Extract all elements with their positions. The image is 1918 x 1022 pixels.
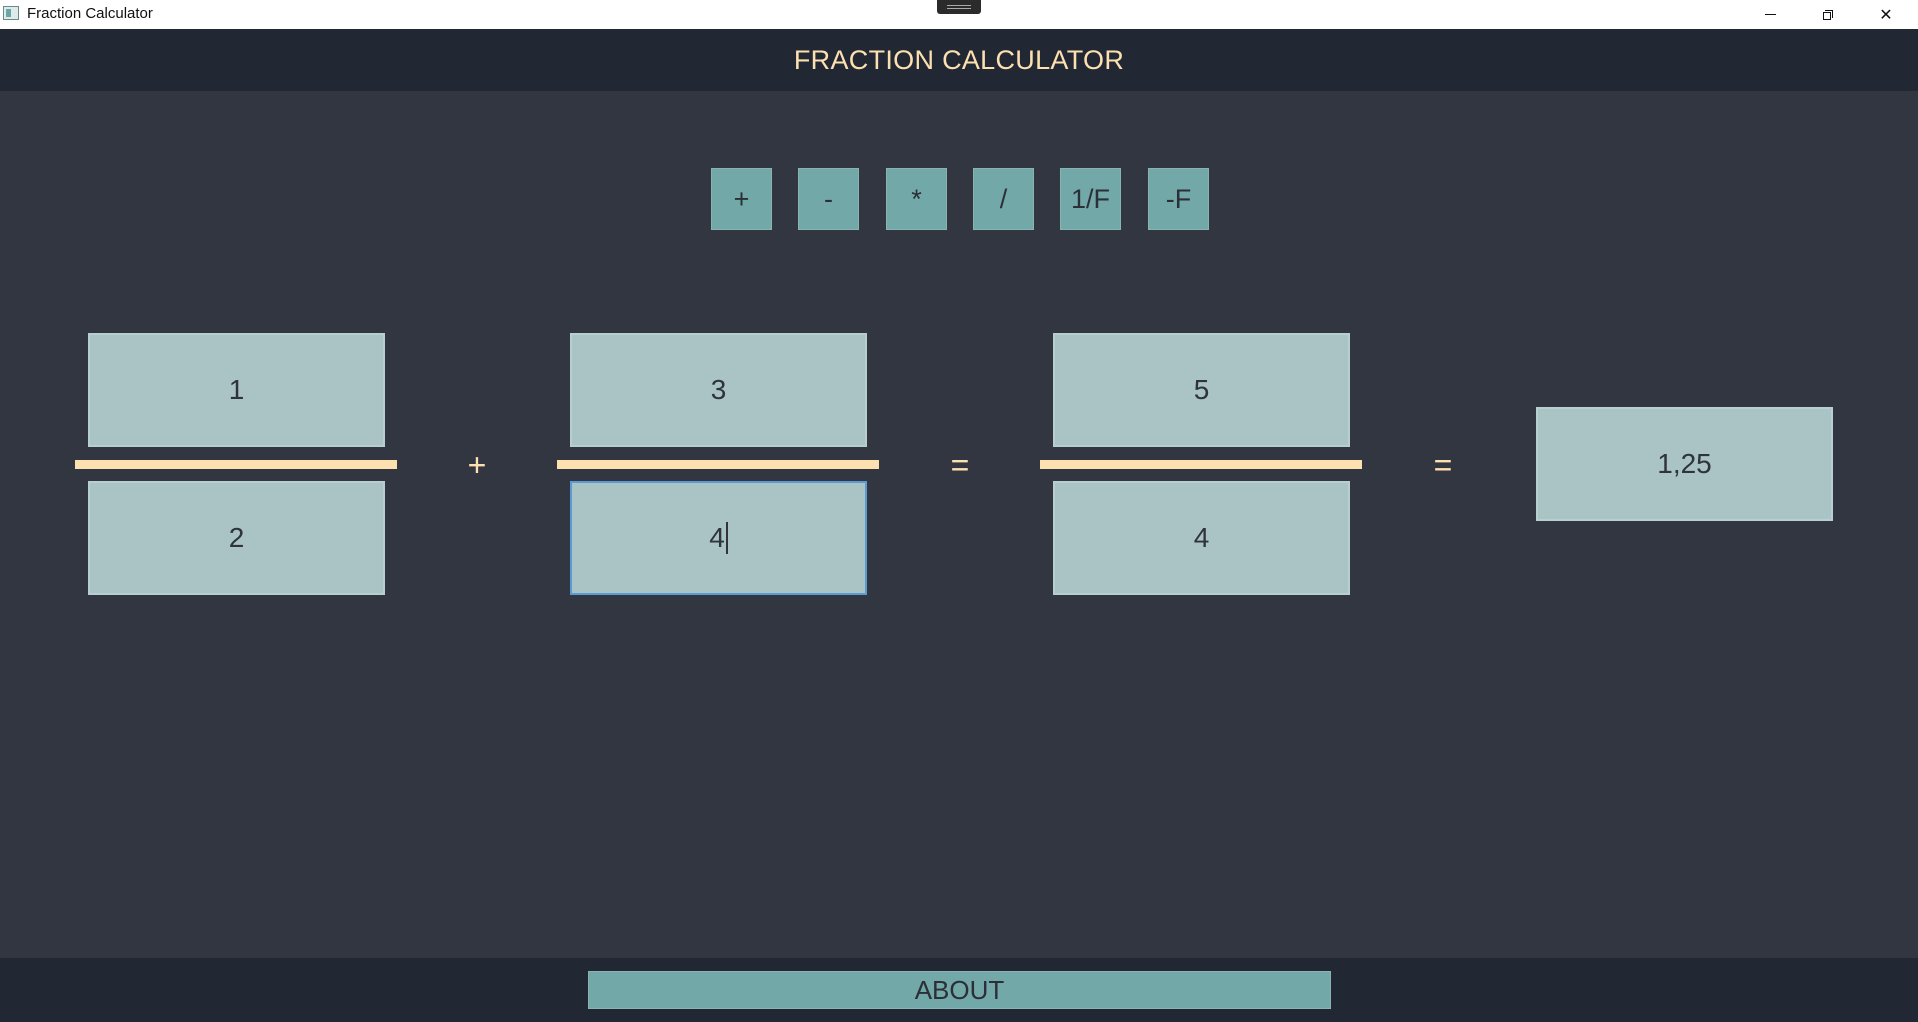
snap-grip-handle[interactable] bbox=[937, 0, 981, 14]
result-fraction-bar bbox=[1040, 460, 1362, 469]
window-title: Fraction Calculator bbox=[27, 5, 153, 22]
operator-sign: + bbox=[467, 447, 487, 483]
reciprocal-button[interactable]: 1/F bbox=[1060, 168, 1121, 230]
operand1-numerator-input[interactable]: 1 bbox=[88, 333, 385, 447]
result-denominator-field[interactable]: 4 bbox=[1053, 481, 1350, 595]
operand1-denominator-input[interactable]: 2 bbox=[88, 481, 385, 595]
restore-icon bbox=[1823, 9, 1833, 20]
subtract-button[interactable]: - bbox=[798, 168, 859, 230]
restore-button[interactable] bbox=[1799, 0, 1857, 29]
page-title: FRACTION CALCULATOR bbox=[793, 44, 1125, 75]
app-header: FRACTION CALCULATOR bbox=[0, 29, 1918, 91]
operand2-denominator-input[interactable]: 4 bbox=[570, 481, 867, 595]
negate-button[interactable]: -F bbox=[1148, 168, 1209, 230]
result-numerator-field[interactable]: 5 bbox=[1053, 333, 1350, 447]
decimal-result-field[interactable]: 1,25 bbox=[1536, 407, 1833, 521]
minimize-button[interactable] bbox=[1741, 0, 1799, 29]
operand2-denominator-value: 4 bbox=[709, 522, 725, 553]
equals-sign: = bbox=[950, 447, 970, 483]
window-titlebar: Fraction Calculator ✕ bbox=[0, 0, 1918, 30]
about-button[interactable]: ABOUT bbox=[588, 971, 1331, 1009]
close-button[interactable]: ✕ bbox=[1857, 0, 1915, 29]
divide-button[interactable]: / bbox=[973, 168, 1034, 230]
close-icon: ✕ bbox=[1879, 6, 1893, 24]
equals-sign-decimal: = bbox=[1433, 447, 1453, 483]
operand2-numerator-input[interactable]: 3 bbox=[570, 333, 867, 447]
multiply-button[interactable]: * bbox=[886, 168, 947, 230]
app-icon bbox=[3, 6, 19, 20]
minimize-icon bbox=[1764, 14, 1776, 15]
text-caret bbox=[725, 522, 728, 554]
add-button[interactable]: + bbox=[711, 168, 772, 230]
operand2-fraction-bar bbox=[557, 460, 879, 469]
operand1-fraction-bar bbox=[75, 460, 397, 469]
